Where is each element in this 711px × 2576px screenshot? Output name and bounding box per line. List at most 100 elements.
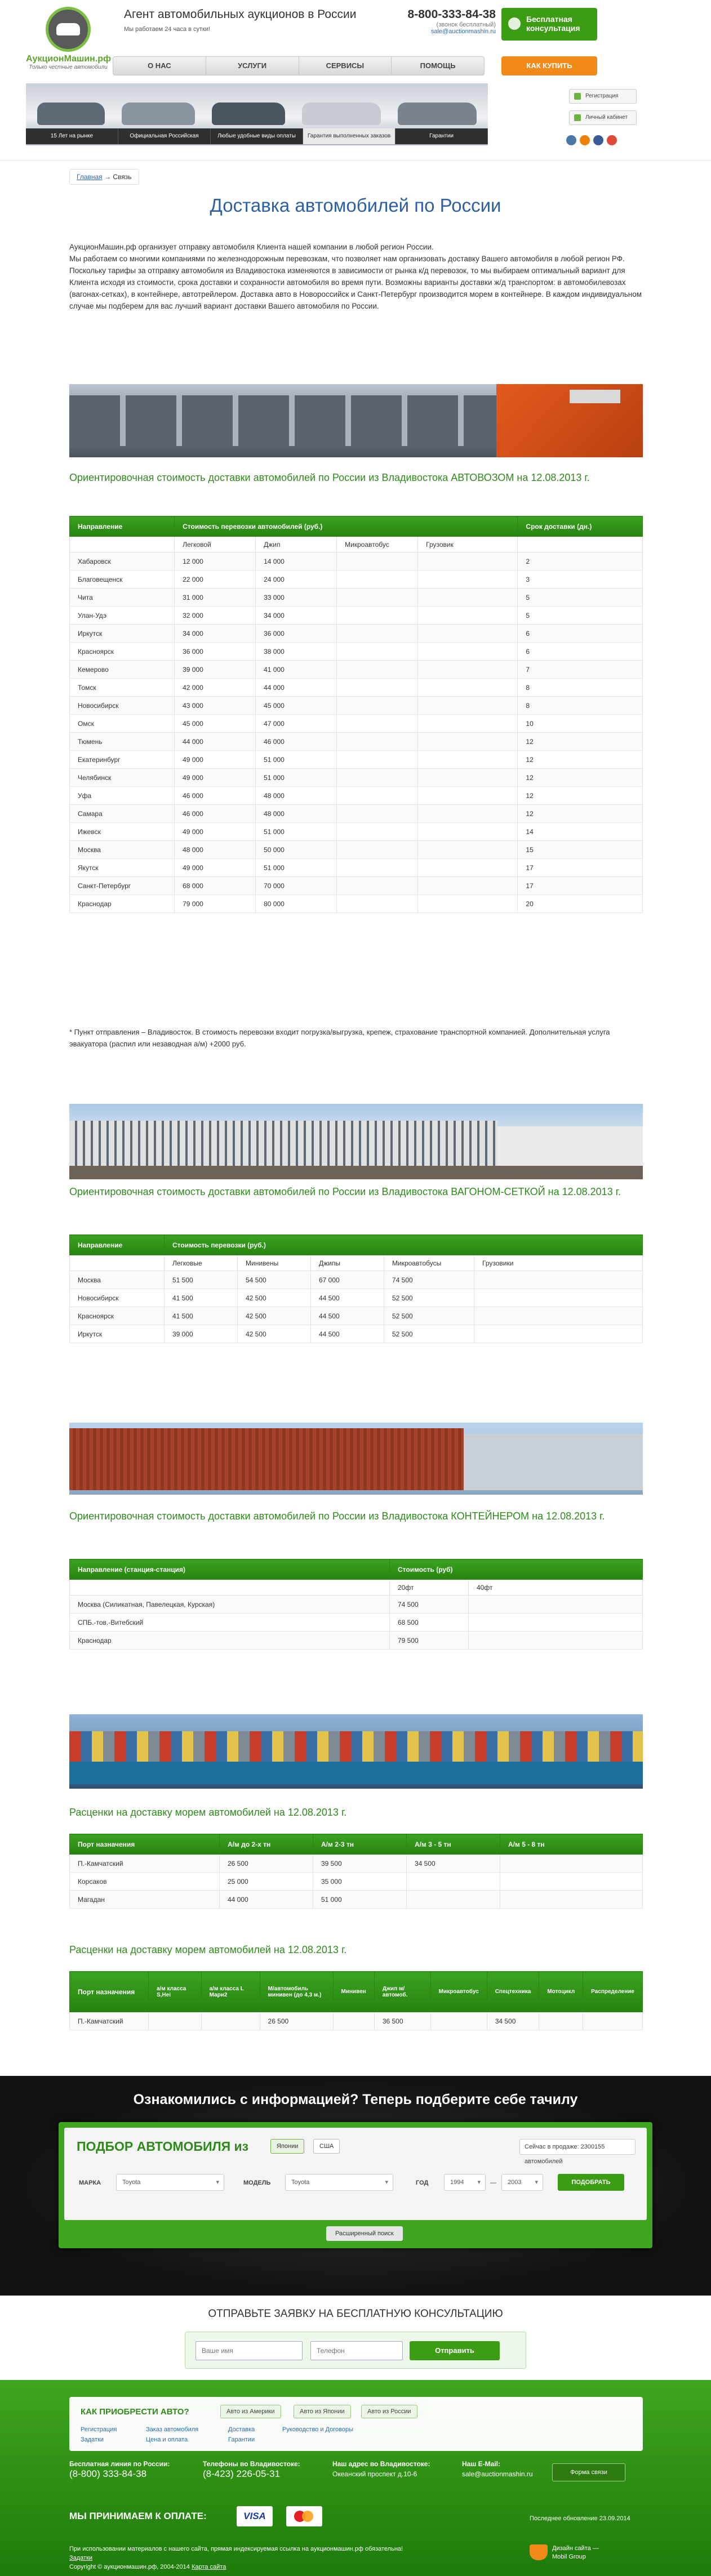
row-value xyxy=(417,768,518,787)
benefit-item[interactable]: Любые удобные виды оплаты xyxy=(211,128,303,144)
sub-col: Микроавтобус xyxy=(336,536,419,552)
container-table: Направление (станция-станция) Стоимость … xyxy=(69,1559,643,1650)
hotline-phone[interactable]: (8-800) 333-84-38 xyxy=(69,2468,146,2479)
year-from-select[interactable]: 1994 xyxy=(444,2174,486,2191)
breadcrumb-home[interactable]: Главная xyxy=(77,173,103,181)
year-sep: — xyxy=(490,2180,496,2186)
row-value xyxy=(417,858,518,877)
send-button[interactable]: Отправить xyxy=(410,2341,500,2360)
vl-phone[interactable]: (8-423) 226-05-31 xyxy=(203,2468,280,2479)
nav-services[interactable]: УСЛУГИ xyxy=(206,57,299,75)
tab-usa[interactable]: США xyxy=(313,2139,340,2154)
year-to-select[interactable]: 2003 xyxy=(501,2174,543,2191)
row-label: Кемерово xyxy=(69,660,175,679)
pill-america[interactable]: Авто из Америки xyxy=(220,2405,281,2418)
table-row: Москва (Силикатная, Павелецкая, Курская)… xyxy=(69,1595,643,1614)
row-value xyxy=(336,588,419,607)
row-value xyxy=(468,1613,643,1632)
feedback-button[interactable]: Форма связи xyxy=(552,2463,625,2481)
footer-link[interactable]: Задатки xyxy=(81,2436,104,2443)
row-value: 49 000 xyxy=(174,768,256,787)
col-head: А/м до 2-х тн xyxy=(219,1834,313,1855)
facebook-icon[interactable] xyxy=(593,135,603,145)
footer-email[interactable]: sale@auctionmashin.ru xyxy=(462,2470,533,2478)
row-value: 45 000 xyxy=(255,696,337,715)
col-cost: Стоимость перевозки автомобилей (руб.) xyxy=(174,516,518,537)
row-value: 17 xyxy=(517,876,643,895)
dev-name: Mobil Group xyxy=(552,2553,586,2560)
row-value xyxy=(406,1872,500,1891)
table-row: Магадан 44 000 51 000 xyxy=(69,1890,643,1909)
header-email[interactable]: sale@auctionmashin.ru xyxy=(389,28,496,35)
row-value xyxy=(539,2012,584,2030)
row-value xyxy=(417,552,518,571)
vl-label: Телефоны во Владивостоке: xyxy=(203,2460,300,2468)
free-consult-button[interactable]: Бесплатная консультация xyxy=(501,8,597,41)
how-to-buy-button[interactable]: КАК КУПИТЬ xyxy=(501,56,597,75)
logo-tagline: Только честные автомобили xyxy=(29,64,108,70)
footer-link[interactable]: Цена и оплата xyxy=(146,2436,188,2443)
col-cost: Стоимость (руб) xyxy=(389,1559,643,1580)
tab-japan[interactable]: Японии xyxy=(270,2139,305,2154)
cabinet-button[interactable]: Личный кабинет xyxy=(569,110,637,125)
row-value: 39 500 xyxy=(313,1854,407,1873)
sitemap-link[interactable]: Карта сайта xyxy=(192,2564,226,2570)
benefit-item[interactable]: 15 Лет на рынке xyxy=(26,128,118,144)
pay-title: МЫ ПРИНИМАЕМ К ОПЛАТЕ: xyxy=(69,2511,207,2521)
row-label: Новосибирск xyxy=(69,696,175,715)
model-select[interactable]: Toyota xyxy=(285,2174,393,2191)
footer-link[interactable]: Доставка xyxy=(228,2426,255,2433)
col-head: А/м 3 - 5 тн xyxy=(406,1834,500,1855)
row-value: 41 500 xyxy=(164,1289,238,1307)
google-plus-icon[interactable] xyxy=(607,135,617,145)
row-value: 12 000 xyxy=(174,552,256,571)
row-value: 24 000 xyxy=(255,570,337,589)
row-label: П.-Камчатский xyxy=(69,2012,149,2030)
row-value: 26 500 xyxy=(219,1854,313,1873)
row-label: Магадан xyxy=(69,1890,220,1909)
consult-title: ОТПРАВЬТЕ ЗАЯВКУ НА БЕСПЛАТНУЮ КОНСУЛЬТА… xyxy=(208,2308,503,2320)
make-label: МАРКА xyxy=(79,2180,101,2186)
nav-about[interactable]: О НАС xyxy=(113,57,206,75)
search-submit-button[interactable]: ПОДОБРАТЬ xyxy=(558,2174,624,2191)
footer-link[interactable]: Гарантии xyxy=(228,2436,255,2443)
benefit-item[interactable]: Гарантия выполненных заказов xyxy=(303,128,396,144)
row-label: Красноярск xyxy=(69,642,175,661)
footer-link[interactable]: Руководство и Договоры xyxy=(282,2426,353,2433)
ok-icon[interactable] xyxy=(580,135,590,145)
register-button[interactable]: Регистрация xyxy=(569,89,637,104)
sub-col: 20фт xyxy=(389,1579,469,1595)
make-select[interactable]: Toyota xyxy=(116,2174,224,2191)
phone-input[interactable] xyxy=(310,2341,403,2360)
row-value: 41 000 xyxy=(255,660,337,679)
pill-japan[interactable]: Авто из Японии xyxy=(294,2405,351,2418)
name-input[interactable] xyxy=(195,2341,303,2360)
benefit-item[interactable]: Гарантии xyxy=(396,128,488,144)
row-value: 67 000 xyxy=(310,1271,384,1289)
footer-link[interactable]: Заказ автомобиля xyxy=(146,2426,198,2433)
table-row: П.-Камчатский 26 500 36 500 34 500 xyxy=(69,2012,643,2030)
pill-russia[interactable]: Авто из России xyxy=(361,2405,417,2418)
extended-search-button[interactable]: Расширенный поиск xyxy=(326,2226,403,2241)
legal-link[interactable]: Задатки xyxy=(69,2555,92,2561)
row-value: 44 500 xyxy=(310,1325,384,1343)
rail-wagon-photo xyxy=(69,1104,643,1179)
header-phone[interactable]: 8-800-333-84-38 xyxy=(389,8,496,21)
vk-icon[interactable] xyxy=(566,135,576,145)
benefit-item[interactable]: Официальная Российская компания xyxy=(118,128,211,155)
row-value: 5 xyxy=(517,606,643,625)
logo[interactable]: АукционМашин.рф Только честные автомобил… xyxy=(26,7,111,74)
nav-help[interactable]: ПОМОЩЬ xyxy=(392,57,484,75)
row-value: 6 xyxy=(517,624,643,643)
row-value: 39 000 xyxy=(164,1325,238,1343)
col-term: Срок доставки (дн.) xyxy=(517,516,643,537)
table-row: Красноярск 41 500 42 500 44 500 52 500 xyxy=(69,1307,643,1325)
row-label: Благовещенск xyxy=(69,570,175,589)
developer-credit[interactable]: Дизайн сайта — Mobil Group xyxy=(530,2544,599,2561)
row-value xyxy=(336,822,419,841)
footer-link[interactable]: Регистрация xyxy=(81,2426,117,2433)
nav-tools[interactable]: СЕРВИСЫ xyxy=(299,57,392,75)
row-value: 51 500 xyxy=(164,1271,238,1289)
row-value xyxy=(417,678,518,697)
mail-label: Наш E-Mail: xyxy=(462,2460,501,2468)
